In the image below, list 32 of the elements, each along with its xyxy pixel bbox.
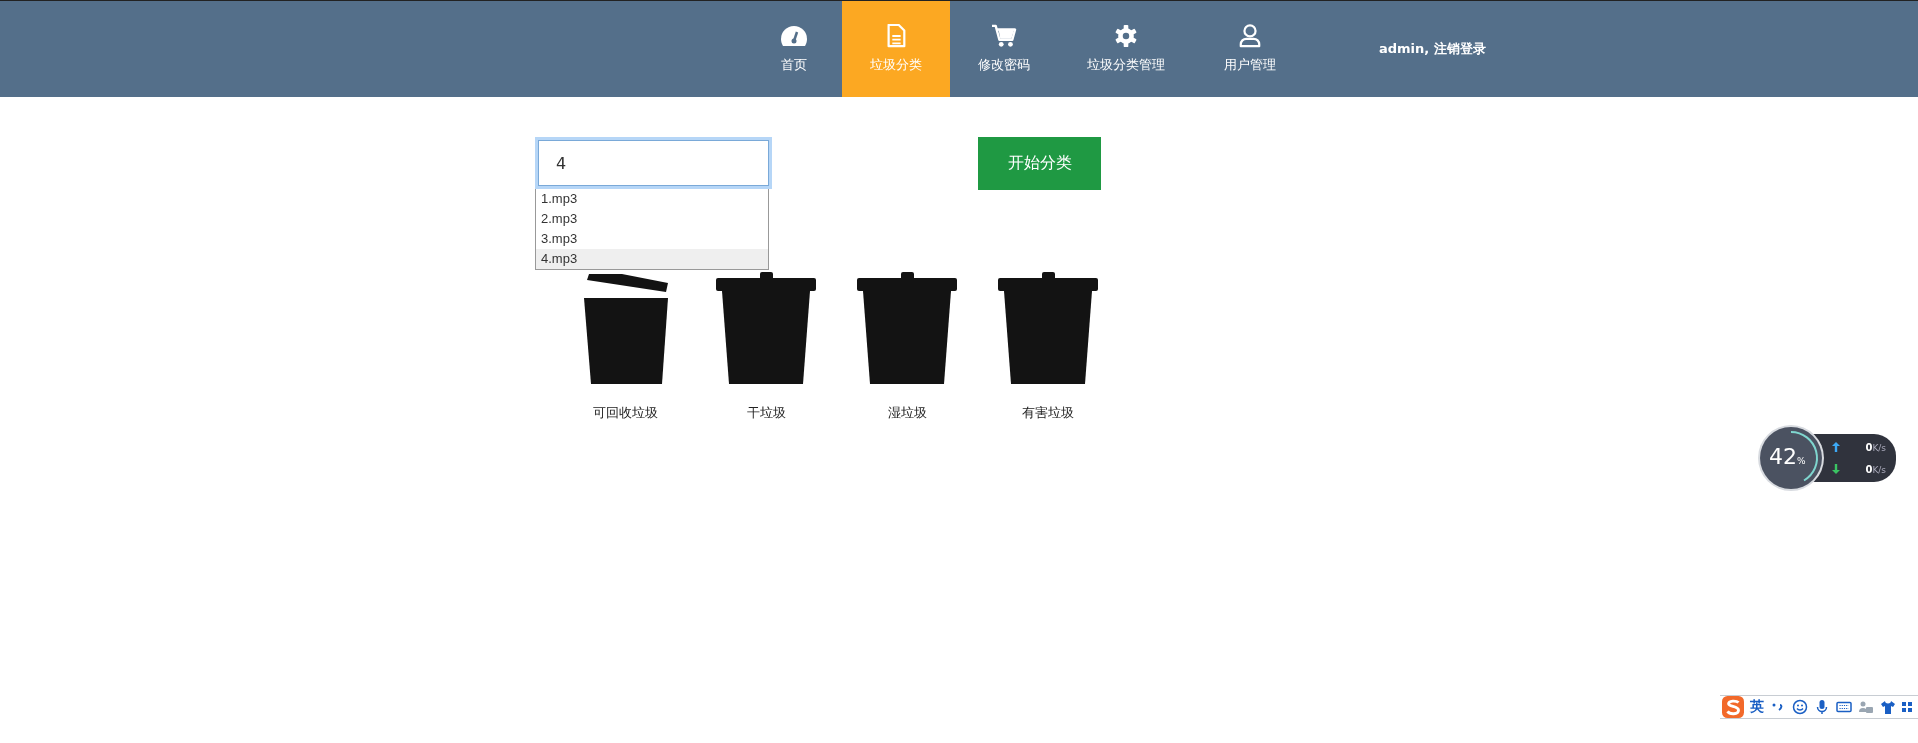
upload-speed: 0K/s	[1864, 441, 1886, 453]
percent-text: 42%	[1769, 444, 1806, 469]
shirt-icon[interactable]	[1880, 699, 1896, 715]
smiley-icon[interactable]	[1792, 699, 1808, 715]
grid-icon[interactable]	[1902, 699, 1912, 715]
ime-mode-toggle[interactable]: 英	[1750, 698, 1764, 716]
upload-arrow-icon	[1832, 442, 1840, 452]
bin-label: 干垃圾	[745, 404, 787, 422]
suggestion-option[interactable]: 3.mp3	[536, 229, 768, 249]
nav-tab[interactable]: 用户管理	[1194, 1, 1306, 97]
bin-label: 湿垃圾	[886, 404, 928, 422]
suggestion-option[interactable]: 1.mp3	[536, 189, 768, 209]
bin-label: 有害垃圾	[1021, 404, 1075, 422]
trash-bin-icon[interactable]	[716, 272, 816, 384]
nav-tab[interactable]: 首页	[746, 1, 842, 97]
start-classify-button[interactable]: 开始分类	[978, 137, 1101, 190]
audio-file-input[interactable]: 4	[535, 137, 772, 189]
suggestion-option[interactable]: 2.mp3	[536, 209, 768, 229]
nav-tab[interactable]: 垃圾分类管理	[1058, 1, 1194, 97]
user-logout-text[interactable]: admin, 注销登录	[1379, 40, 1486, 58]
cart-icon	[990, 24, 1018, 48]
ime-logo-icon[interactable]	[1722, 696, 1744, 718]
bin-label: 可回收垃圾	[591, 404, 659, 422]
gauge-icon	[780, 24, 808, 48]
download-arrow-icon	[1832, 464, 1840, 474]
download-speed: 0K/s	[1864, 463, 1886, 475]
trash-bin-icon[interactable]	[998, 272, 1098, 384]
trash-bin-icon[interactable]	[857, 272, 957, 384]
keyboard-icon[interactable]	[1836, 699, 1852, 715]
suggestion-option[interactable]: 4.mp3	[536, 249, 768, 269]
microphone-icon[interactable]	[1814, 699, 1830, 715]
nav-tab[interactable]: 修改密码	[950, 1, 1058, 97]
